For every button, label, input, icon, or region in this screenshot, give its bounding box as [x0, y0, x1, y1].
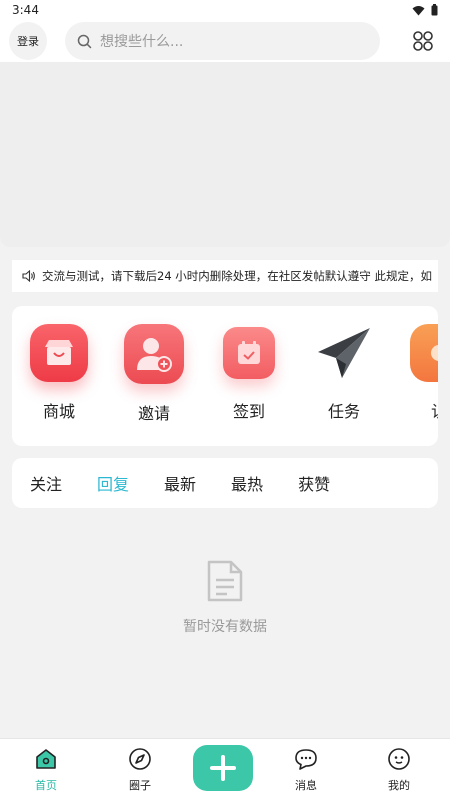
status-bar: 3:44 [0, 0, 450, 20]
grid-menu-icon[interactable] [411, 29, 435, 53]
tab-follow[interactable]: 关注 [30, 471, 62, 495]
nav-label: 圈子 [129, 779, 151, 792]
shortcut-checkin[interactable]: 签到 [214, 324, 284, 422]
tab-liked[interactable]: 获赞 [298, 471, 330, 495]
search-icon [77, 34, 92, 49]
compass-icon [129, 748, 151, 770]
paper-plane-icon [315, 324, 373, 382]
store-icon [30, 324, 88, 382]
empty-state-text: 暂时没有数据 [183, 619, 267, 635]
nav-messages[interactable]: 消息 [276, 747, 336, 793]
nav-label: 我的 [388, 779, 410, 792]
notice-text: 交流与测试，请下载后24 小时内删除处理，在社区发帖默认遵守 此规定，如 [42, 269, 432, 283]
wifi-icon [412, 5, 425, 15]
search-placeholder: 想搜些什么... [100, 34, 184, 50]
tab-reply[interactable]: 回复 [97, 471, 129, 495]
notice-bar[interactable]: 交流与测试，请下载后24 小时内删除处理，在社区发帖默认遵守 此规定，如 [12, 260, 438, 292]
certification-icon [410, 324, 438, 382]
nav-label: 消息 [295, 779, 317, 792]
home-icon [36, 749, 56, 769]
login-button[interactable]: 登录 [9, 22, 47, 60]
shortcuts-panel: 商城 邀请 签到 任务 [12, 306, 438, 446]
document-icon [207, 560, 243, 602]
shortcut-label: 商城 [42, 402, 75, 421]
nav-label: 首页 [35, 779, 57, 792]
top-header: 登录 想搜些什么... [0, 20, 450, 62]
speaker-icon [22, 270, 36, 282]
shortcut-label: 签到 [232, 402, 265, 421]
feed-tabs: 关注 回复 最新 最热 获赞 [12, 458, 438, 508]
invite-user-icon [124, 324, 184, 384]
shortcut-task[interactable]: 任务 [309, 324, 379, 422]
tab-latest[interactable]: 最新 [164, 471, 196, 495]
shortcut-invite[interactable]: 邀请 [119, 324, 189, 424]
banner-area[interactable] [0, 62, 450, 247]
battery-icon [431, 4, 438, 16]
shortcut-label: 认 [431, 398, 438, 422]
nav-profile[interactable]: 我的 [369, 747, 429, 793]
message-icon [295, 749, 317, 770]
tab-hottest[interactable]: 最热 [231, 471, 263, 495]
empty-state: 暂时没有数据 [0, 560, 450, 636]
shortcut-label: 任务 [327, 402, 360, 421]
shortcut-certification[interactable]: 认 [404, 324, 438, 422]
status-time: 3:44 [12, 3, 39, 17]
calendar-check-icon [223, 327, 275, 379]
publish-button[interactable] [193, 745, 253, 791]
profile-icon [388, 748, 410, 770]
plus-icon [210, 755, 236, 781]
status-icons [412, 4, 438, 16]
search-input[interactable]: 想搜些什么... [65, 22, 380, 60]
shortcut-label: 邀请 [137, 404, 170, 423]
nav-circle[interactable]: 圈子 [110, 747, 170, 793]
nav-home[interactable]: 首页 [16, 747, 76, 793]
shortcut-store[interactable]: 商城 [24, 324, 94, 422]
